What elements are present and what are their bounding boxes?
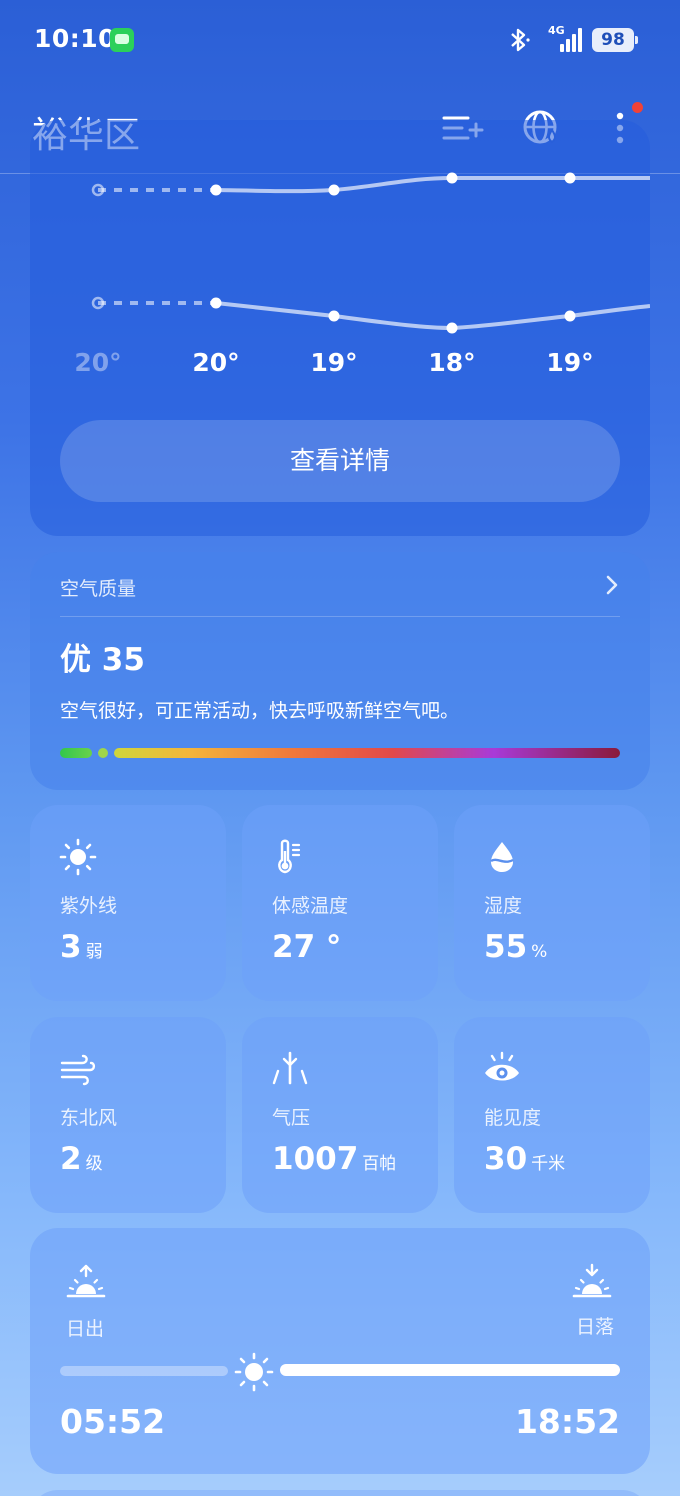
bluetooth-icon xyxy=(511,28,530,52)
water-drop-icon xyxy=(490,842,514,872)
pressure-icon xyxy=(272,1051,308,1085)
uv-index-tile[interactable]: 紫外线 3弱 xyxy=(30,805,226,1001)
sun-icon xyxy=(59,838,97,876)
status-bar: 10:10 4G 98 xyxy=(0,0,680,80)
eye-icon xyxy=(485,1051,519,1081)
chevron-right-icon[interactable] xyxy=(604,574,620,596)
air-quality-card[interactable]: 空气质量 优 35 空气很好，可正常活动，快去呼吸新鲜空气吧。 xyxy=(30,552,650,790)
sunset-time: 18:52 xyxy=(514,1402,620,1441)
divider xyxy=(60,616,620,617)
air-quality-description: 空气很好，可正常活动，快去呼吸新鲜空气吧。 xyxy=(60,700,460,722)
temperature-trend-chart xyxy=(91,172,650,334)
forecast-low-temp: 19° xyxy=(310,348,358,377)
uv-value: 3弱 xyxy=(60,929,103,965)
sunrise-label: 日出 xyxy=(66,1318,105,1340)
air-quality-scale-bar xyxy=(60,748,620,758)
forecast-low-temp: 19° xyxy=(546,348,594,377)
pressure-label: 气压 xyxy=(272,1107,311,1129)
sunrise-time: 05:52 xyxy=(60,1402,166,1441)
visibility-value: 30 千米 xyxy=(484,1141,566,1177)
next-card-peek xyxy=(30,1490,650,1496)
pressure-value: 1007 百帕 xyxy=(272,1141,397,1177)
forecast-low-temp: 20° xyxy=(192,348,240,377)
status-time: 10:10 xyxy=(34,24,117,53)
daylight-elapsed-track xyxy=(60,1366,228,1376)
signal-strength-icon xyxy=(556,28,584,52)
sunrise-sunset-card: 日出 日落 05:52 18:52 xyxy=(30,1228,650,1474)
wind-tile[interactable]: 东北风 2级 xyxy=(30,1017,226,1213)
wind-icon xyxy=(60,1054,96,1086)
uv-label: 紫外线 xyxy=(60,895,118,917)
humidity-label: 湿度 xyxy=(484,895,523,917)
forecast-low-temp: 20° xyxy=(74,348,122,377)
forecast-low-temp: 18° xyxy=(428,348,476,377)
feels-like-label: 体感温度 xyxy=(272,895,349,917)
sunrise-icon xyxy=(66,1264,106,1298)
wind-level-value: 2级 xyxy=(60,1141,103,1177)
humidity-tile[interactable]: 湿度 55% xyxy=(454,805,650,1001)
air-quality-value: 优 35 xyxy=(60,642,145,678)
thermometer-icon xyxy=(278,839,301,874)
message-notification-icon xyxy=(110,28,134,52)
daylight-remaining-track xyxy=(280,1364,620,1376)
feels-like-tile[interactable]: 体感温度 27 ° xyxy=(242,805,438,1001)
sunset-icon xyxy=(572,1263,612,1298)
battery-indicator: 98 xyxy=(592,28,638,52)
notification-dot xyxy=(632,102,643,113)
feels-like-value: 27 ° xyxy=(272,929,342,965)
sun-position-icon xyxy=(234,1352,274,1392)
pressure-tile[interactable]: 气压 1007 百帕 xyxy=(242,1017,438,1213)
visibility-label: 能见度 xyxy=(484,1107,542,1129)
view-details-button[interactable]: 查看详情 xyxy=(60,420,620,502)
humidity-value: 55% xyxy=(484,929,548,965)
forecast-card: 20° 20° 19° 18° 19° 查看详情 xyxy=(30,120,650,536)
air-quality-indicator xyxy=(98,748,108,758)
visibility-tile[interactable]: 能见度 30 千米 xyxy=(454,1017,650,1213)
wind-direction-label: 东北风 xyxy=(60,1107,118,1129)
sunset-label: 日落 xyxy=(575,1316,614,1338)
air-quality-title: 空气质量 xyxy=(60,578,137,600)
